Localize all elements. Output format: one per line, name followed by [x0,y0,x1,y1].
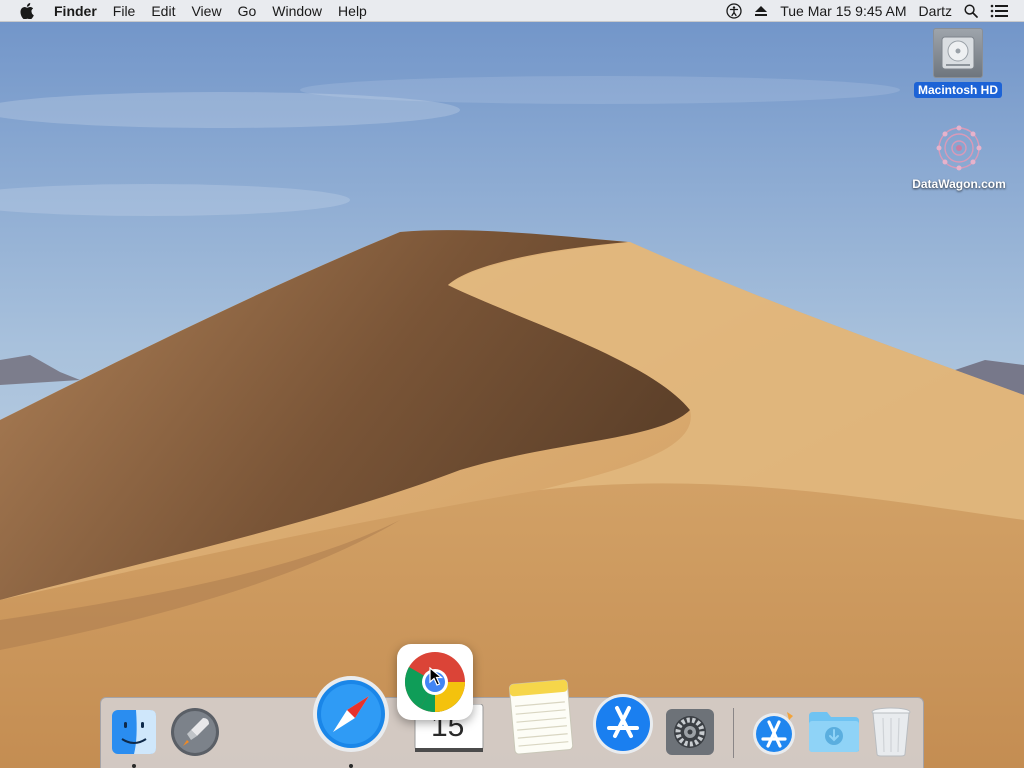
launchpad-icon [171,708,219,756]
menu-edit[interactable]: Edit [143,0,183,22]
mouse-pointer-icon [429,667,443,686]
dock-separator [733,708,734,758]
accessibility-status[interactable] [720,0,748,22]
safari-icon [313,676,389,752]
menu-go[interactable]: Go [230,0,265,22]
dock-item-applications[interactable] [751,708,797,761]
clock[interactable]: Tue Mar 15 9:45 AM [774,0,912,22]
menu-bar-left: Finder File Edit View Go Window Help [0,0,375,22]
user-name[interactable]: Dartz [913,0,958,22]
notification-center-icon [990,4,1008,17]
menu-app-name[interactable]: Finder [54,0,105,22]
desktop-icon-label: Macintosh HD [913,82,1002,98]
spotlight-search-icon [964,3,978,18]
spotlight-button[interactable] [958,0,984,22]
app-store-icon [593,694,653,754]
menu-bar: Finder File Edit View Go Window Help Tue… [0,0,1024,22]
desktop-icon-datawagon[interactable]: DataWagon.com [904,124,1014,192]
notes-icon [508,679,574,755]
eject-status[interactable] [748,0,774,22]
desktop-icon-label: DataWagon.com [912,177,1006,191]
menu-help[interactable]: Help [330,0,375,22]
dock-item-notes[interactable] [506,676,576,761]
accessibility-icon [726,2,742,19]
apple-logo-icon [20,2,34,19]
trash-icon [871,707,911,757]
system-preferences-icon [666,709,714,755]
running-indicator [132,764,136,768]
dock-item-downloads[interactable] [807,710,861,759]
dock-item-finder[interactable] [110,708,158,761]
desktop-wallpaper [0,0,1024,768]
menu-bar-status: Tue Mar 15 9:45 AM Dartz [720,0,1024,22]
eject-icon [755,5,768,16]
mandala-icon [936,125,982,171]
finder-icon [112,710,156,754]
apple-menu[interactable] [0,0,54,22]
desktop-icon-macintosh-hd[interactable]: Macintosh HD [908,28,1008,98]
dock-item-launchpad[interactable] [169,706,221,763]
applications-folder-icon [753,712,795,755]
dock-item-safari[interactable] [311,674,391,759]
menu-file[interactable]: File [105,0,144,22]
hard-drive-icon [933,28,983,78]
menu-window[interactable]: Window [264,0,330,22]
dock-item-trash[interactable] [869,706,913,763]
menu-view[interactable]: View [183,0,229,22]
running-indicator [349,764,353,768]
downloads-folder-icon [809,712,859,752]
dock: 15 [100,676,924,768]
dock-item-app-store[interactable] [591,692,655,761]
dock-item-system-preferences[interactable] [665,708,715,761]
notification-center-button[interactable] [984,0,1014,22]
